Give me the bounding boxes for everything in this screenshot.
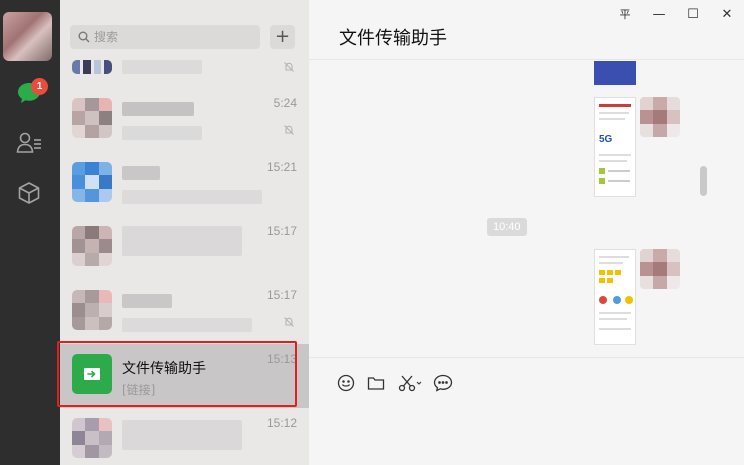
search-input[interactable] (94, 30, 254, 44)
screenshot-icon[interactable] (397, 372, 425, 394)
contact-avatar (72, 98, 112, 138)
contact-avatar (72, 226, 112, 266)
message-image[interactable] (594, 249, 636, 345)
contacts-icon[interactable] (14, 128, 44, 158)
list-item[interactable]: 5:24 (60, 88, 309, 152)
chat-time: 15:17 (266, 288, 297, 302)
blurred-preview (122, 190, 262, 204)
window-controls: 平 — ☐ ✕ (608, 0, 744, 28)
blurred-name (122, 60, 202, 74)
chat-preview: [链接] (122, 383, 156, 397)
chat-header: 文件传输助手 平 — ☐ ✕ (309, 0, 744, 60)
blurred-name (122, 226, 242, 256)
list-item[interactable] (60, 50, 309, 82)
file-transfer-avatar (72, 354, 112, 394)
mute-icon (284, 62, 294, 72)
add-chat-button[interactable]: + (270, 25, 295, 49)
input-toolbar (309, 357, 744, 465)
chat-time: 15:21 (266, 160, 297, 174)
blurred-name (122, 294, 172, 308)
blurred-preview (122, 318, 252, 332)
user-avatar[interactable] (3, 12, 52, 61)
close-button[interactable]: ✕ (710, 0, 744, 28)
collections-icon[interactable] (14, 178, 44, 208)
blurred-name (122, 102, 194, 116)
folder-icon[interactable] (365, 372, 387, 394)
search-box[interactable] (70, 25, 260, 49)
chat-header-title: 文件传输助手 (339, 28, 447, 49)
mute-icon (284, 125, 294, 135)
sender-avatar[interactable] (640, 97, 680, 137)
contact-avatar (72, 418, 112, 458)
contact-avatar (72, 290, 112, 330)
emoji-icon[interactable] (335, 372, 357, 394)
contact-avatar (72, 162, 112, 202)
message-list[interactable]: 5G 10:40 (309, 61, 744, 357)
chat-time: 15:13 (266, 352, 297, 366)
maximize-button[interactable]: ☐ (676, 0, 710, 28)
chat-list-panel: + 5:24 (60, 0, 309, 465)
pin-button[interactable]: 平 (608, 0, 642, 28)
sender-avatar[interactable] (640, 249, 680, 289)
list-item[interactable]: 15:21 (60, 152, 309, 216)
message-timestamp: 10:40 (487, 218, 527, 236)
mute-icon (284, 317, 294, 327)
list-item-file-transfer[interactable]: 文件传输助手 [链接] 15:13 (60, 344, 309, 408)
message-image[interactable]: 5G (594, 97, 636, 197)
chat-time: 15:17 (266, 224, 297, 238)
list-item[interactable]: 15:17 (60, 216, 309, 280)
messages-scrollbar[interactable] (700, 166, 707, 196)
search-icon (78, 31, 90, 43)
chat-history-icon[interactable] (432, 372, 454, 394)
unread-badge: 1 (31, 78, 48, 95)
chat-area: 文件传输助手 平 — ☐ ✕ 5G 10:40 (309, 0, 744, 465)
contact-avatar (72, 60, 112, 74)
chat-title: 文件传输助手 (122, 361, 206, 377)
file-transfer-icon (84, 368, 100, 380)
blurred-name (122, 420, 242, 450)
list-item[interactable]: 15:17 (60, 280, 309, 344)
blurred-name (122, 166, 160, 180)
minimize-button[interactable]: — (642, 0, 676, 28)
chat-time: 5:24 (273, 96, 297, 110)
chat-time: 15:12 (266, 416, 297, 430)
blurred-preview (122, 126, 202, 140)
list-item[interactable]: 15:12 (60, 408, 309, 465)
nav-rail: 1 (0, 0, 60, 465)
message-image[interactable] (594, 61, 636, 85)
